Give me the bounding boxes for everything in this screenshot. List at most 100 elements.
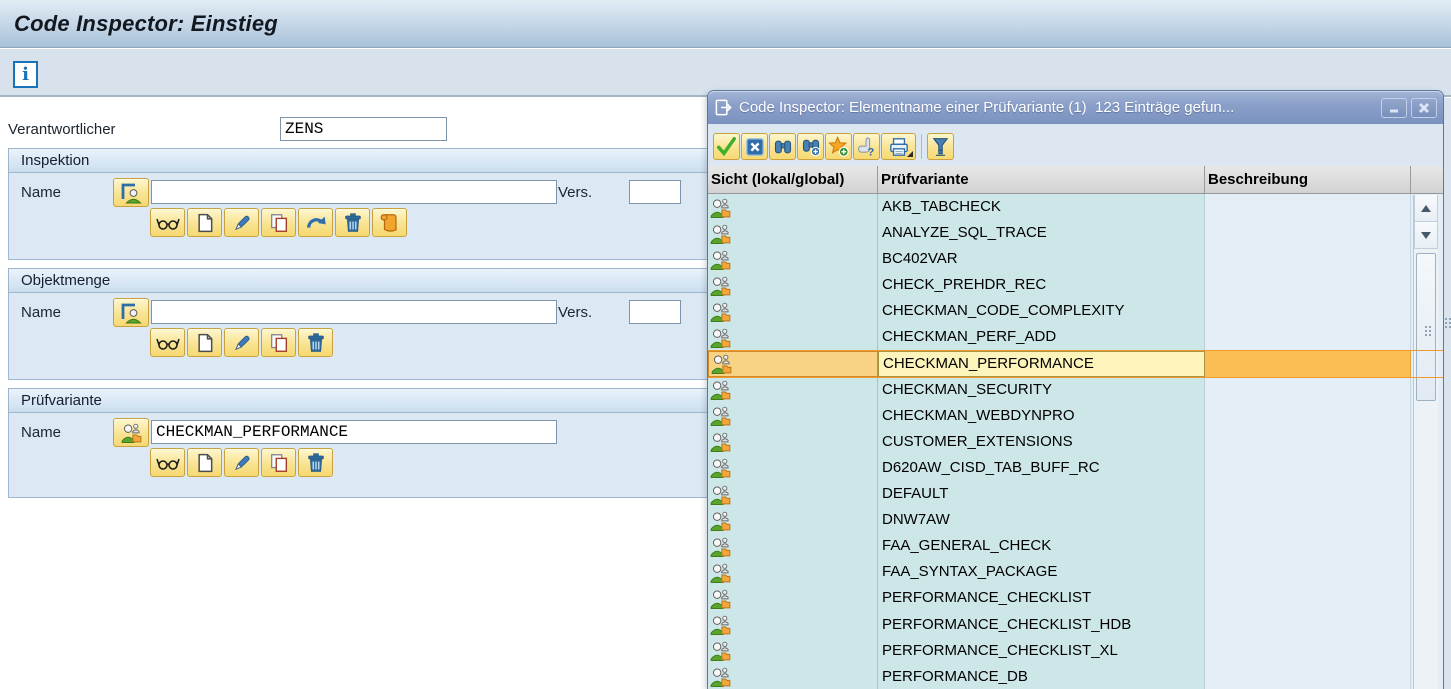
value-row[interactable]: FAA_SYNTAX_PACKAGE [708, 559, 1443, 585]
value-row[interactable]: PERFORMANCE_CHECKLIST [708, 585, 1443, 611]
find-button[interactable] [769, 133, 796, 160]
sicht-cell [708, 377, 878, 403]
scroll-down-button[interactable] [1414, 222, 1438, 249]
column-header-sicht[interactable]: Sicht (lokal/global) [708, 166, 878, 193]
value-row[interactable]: CHECKMAN_PERFORMANCE [708, 351, 1443, 377]
pruefvariante-cell: DEFAULT [878, 481, 1205, 507]
pruefvariante-change-button[interactable] [224, 448, 259, 477]
beschreibung-cell [1205, 664, 1411, 689]
objektmenge-copy-button[interactable] [261, 328, 296, 357]
responsible-input[interactable] [280, 117, 447, 141]
pruefvariante-cell: CHECKMAN_PERFORMANCE [878, 351, 1205, 377]
value-row[interactable]: D620AW_CISD_TAB_BUFF_RC [708, 455, 1443, 481]
inspektion-owner-picker-button[interactable] [113, 178, 149, 207]
pencil-icon [231, 452, 253, 474]
value-row[interactable]: PERFORMANCE_CHECKLIST_XL [708, 638, 1443, 664]
column-header-pruefvariante[interactable]: Prüfvariante [878, 166, 1205, 193]
pruefvariante-copy-button[interactable] [261, 448, 296, 477]
add-to-personal-list-button[interactable] [825, 133, 852, 160]
pruefvariante-create-button[interactable] [187, 448, 222, 477]
value-help-dialog: Code Inspector: Elementname einer Prüfva… [707, 90, 1444, 689]
dialog-titlebar[interactable]: Code Inspector: Elementname einer Prüfva… [708, 91, 1443, 124]
view-lokal-global-icon [710, 484, 731, 505]
beschreibung-cell [1205, 559, 1411, 585]
value-row[interactable]: FAA_GENERAL_CHECK [708, 533, 1443, 559]
find-next-button[interactable] [797, 133, 824, 160]
minimize-icon [1387, 102, 1401, 114]
objektmenge-change-button[interactable] [224, 328, 259, 357]
pruefvariante-cell: PERFORMANCE_CHECKLIST_XL [878, 638, 1205, 664]
scroll-up-button[interactable] [1414, 195, 1438, 222]
pencil-icon [231, 212, 253, 234]
objektmenge-delete-button[interactable] [298, 328, 333, 357]
value-row[interactable]: CHECKMAN_SECURITY [708, 377, 1443, 403]
view-lokal-global-icon [710, 640, 731, 661]
objektmenge-owner-picker-button[interactable] [113, 298, 149, 327]
print-button[interactable] [881, 133, 916, 160]
view-lokal-global-icon [710, 457, 731, 478]
inspektion-vers-input[interactable] [629, 180, 681, 204]
dialog-window-icon [714, 98, 733, 117]
toolbar-separator [921, 134, 922, 159]
view-lokal-global-icon [710, 405, 731, 426]
value-row[interactable]: BC402VAR [708, 246, 1443, 272]
pruefvariante-cell: AKB_TABCHECK [878, 194, 1205, 220]
view-lokal-global-icon [710, 327, 731, 348]
objektmenge-name-input[interactable] [151, 300, 557, 324]
inspektion-create-button[interactable] [187, 208, 222, 237]
value-row[interactable]: CHECK_PREHDR_REC [708, 272, 1443, 298]
minimize-button[interactable] [1381, 98, 1407, 118]
copy-icon [268, 332, 290, 354]
pruefvariante-name-input[interactable] [151, 420, 557, 444]
value-row[interactable]: PERFORMANCE_CHECKLIST_HDB [708, 612, 1443, 638]
inspektion-display-button[interactable] [150, 208, 185, 237]
view-lokal-global-icon [710, 431, 731, 452]
inspektion-log-button[interactable] [372, 208, 407, 237]
value-row[interactable]: CUSTOMER_EXTENSIONS [708, 429, 1443, 455]
scrollbar-thumb[interactable] [1416, 253, 1436, 401]
view-lokal-global-icon [710, 666, 731, 687]
inspektion-delete-button[interactable] [335, 208, 370, 237]
sicht-cell [708, 429, 878, 455]
value-row[interactable]: ANALYZE_SQL_TRACE [708, 220, 1443, 246]
value-row[interactable]: PERFORMANCE_DB [708, 664, 1443, 689]
value-row[interactable]: CHECKMAN_PERF_ADD [708, 324, 1443, 350]
column-header-beschreibung[interactable]: Beschreibung [1205, 166, 1411, 193]
value-row[interactable]: DNW7AW [708, 507, 1443, 533]
ok-button[interactable] [713, 133, 740, 160]
info-button[interactable]: i [13, 61, 38, 88]
value-row[interactable]: CHECKMAN_CODE_COMPLEXITY [708, 298, 1443, 324]
inspektion-name-input[interactable] [151, 180, 557, 204]
inspektion-redo-button[interactable] [298, 208, 333, 237]
objektmenge-create-button[interactable] [187, 328, 222, 357]
edge-grip-icon [1445, 318, 1447, 320]
glasses-icon [156, 213, 180, 233]
dialog-toolbar: ? [708, 124, 1443, 166]
svg-text:?: ? [867, 146, 874, 157]
beschreibung-cell [1205, 533, 1411, 559]
inspektion-change-button[interactable] [224, 208, 259, 237]
sicht-cell [708, 585, 878, 611]
objektmenge-display-button[interactable] [150, 328, 185, 357]
inspektion-copy-button[interactable] [261, 208, 296, 237]
pruefvariante-view-picker-button[interactable] [113, 418, 149, 447]
view-lokal-global-icon [710, 301, 731, 322]
objektmenge-name-label: Name [21, 304, 61, 321]
sicht-cell [708, 246, 878, 272]
value-row[interactable]: AKB_TABCHECK [708, 194, 1443, 220]
pruefvariante-cell: PERFORMANCE_CHECKLIST_HDB [878, 612, 1205, 638]
objektmenge-vers-input[interactable] [629, 300, 681, 324]
pruefvariante-cell: ANALYZE_SQL_TRACE [878, 220, 1205, 246]
value-row[interactable]: DEFAULT [708, 481, 1443, 507]
pruefvariante-delete-button[interactable] [298, 448, 333, 477]
pruefvariante-display-button[interactable] [150, 448, 185, 477]
sicht-cell [708, 664, 878, 689]
value-row[interactable]: CHECKMAN_WEBDYNPRO [708, 403, 1443, 429]
cancel-button[interactable] [741, 133, 768, 160]
help-button[interactable]: ? [853, 133, 880, 160]
filter-button[interactable] [927, 133, 954, 160]
vertical-scrollbar[interactable] [1413, 195, 1438, 689]
close-button[interactable] [1411, 98, 1437, 118]
beschreibung-cell [1205, 481, 1411, 507]
copy-icon [268, 212, 290, 234]
